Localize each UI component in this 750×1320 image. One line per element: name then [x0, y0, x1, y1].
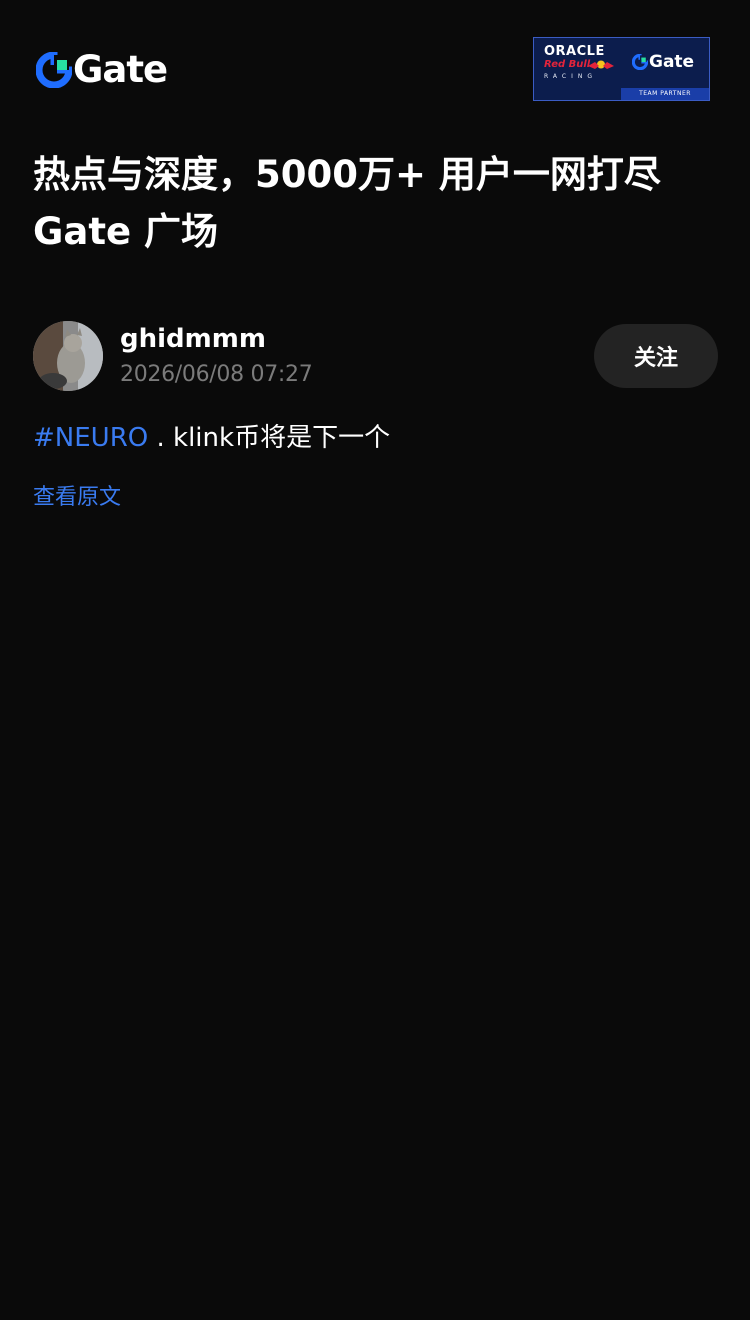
badge-gate-name: Gate: [649, 52, 695, 72]
badge-redbull-text: Red Bull: [544, 59, 591, 70]
post-author-row: ghidmmm 2026/06/08 07:27 关注: [33, 320, 718, 392]
page-headline: 热点与深度，5000万+ 用户一网打尽 Gate 广场: [33, 146, 723, 260]
post-body-text: . klink币将是下一个: [148, 423, 391, 453]
cat-photo-avatar-icon: [33, 321, 103, 391]
partner-badge: ORACLE Red Bull RACING Gate TEAM PARTNER: [533, 37, 710, 101]
badge-footer-text: TEAM PARTNER: [621, 88, 709, 100]
hashtag-link[interactable]: #NEURO: [33, 423, 148, 453]
follow-button[interactable]: 关注: [594, 324, 718, 388]
author-username[interactable]: ghidmmm: [120, 322, 266, 356]
app-header: Gate ORACLE Red Bull RACING Gate TEAM PA…: [0, 0, 750, 130]
view-original-link[interactable]: 查看原文: [33, 481, 121, 515]
badge-gate-logo: Gate: [632, 52, 694, 72]
headline-line-1: 热点与深度，5000万+ 用户一网打尽: [33, 153, 661, 196]
gate-logo[interactable]: Gate: [36, 48, 168, 91]
avatar[interactable]: [33, 321, 103, 391]
badge-oracle-text: ORACLE: [544, 44, 605, 59]
post-timestamp: 2026/06/08 07:27: [120, 362, 313, 387]
red-bull-icon: [588, 60, 614, 69]
gate-logo-icon: [632, 54, 648, 70]
brand-name: Gate: [73, 48, 168, 91]
post-content: #NEURO . klink币将是下一个: [33, 418, 723, 458]
headline-line-2: Gate 广场: [33, 210, 218, 253]
badge-racing-text: RACING: [544, 73, 598, 80]
gate-logo-icon: [36, 52, 72, 88]
